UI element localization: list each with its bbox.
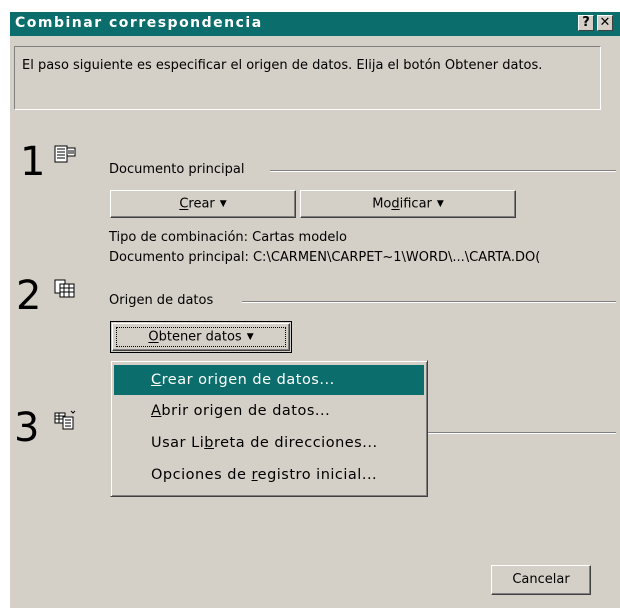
merge-type-text: Tipo de combinación: Cartas modelo bbox=[109, 230, 347, 245]
step-2-number: 2 bbox=[16, 273, 42, 319]
dropdown-arrow-icon: ▼ bbox=[219, 199, 227, 209]
divider bbox=[242, 301, 616, 303]
step-1-number: 1 bbox=[20, 139, 46, 185]
close-button[interactable]: ✕ bbox=[597, 15, 613, 31]
merge-icon bbox=[54, 410, 76, 430]
step-3-number: 3 bbox=[14, 405, 40, 451]
group-label-main-document: Documento principal bbox=[109, 162, 245, 177]
divider bbox=[428, 432, 616, 434]
data-source-icon bbox=[54, 279, 75, 298]
menu-item-header-options[interactable]: Opciones de registro inicial... bbox=[114, 460, 424, 490]
dropdown-arrow-icon: ▼ bbox=[436, 199, 444, 209]
help-button[interactable]: ? bbox=[578, 15, 594, 31]
mail-merge-dialog: Combinar correspondencia ? ✕ El paso sig… bbox=[10, 12, 620, 608]
get-data-menu: Crear origen de datos... Abrir origen de… bbox=[110, 360, 428, 497]
window-title: Combinar correspondencia bbox=[15, 15, 263, 31]
instruction-text: El paso siguiente es especificar el orig… bbox=[22, 58, 543, 73]
menu-item-open-data-source[interactable]: Abrir origen de datos... bbox=[114, 396, 424, 426]
main-document-icon bbox=[54, 145, 76, 163]
create-label: Crear bbox=[179, 196, 215, 212]
modify-button[interactable]: Modificar ▼ bbox=[300, 190, 516, 218]
focus-indicator bbox=[116, 327, 286, 347]
title-bar[interactable]: Combinar correspondencia ? ✕ bbox=[10, 12, 620, 36]
main-document-path: Documento principal: C:\CARMEN\CARPET~1\… bbox=[109, 250, 541, 265]
modify-label: Modificar bbox=[372, 196, 432, 212]
menu-item-use-address-book[interactable]: Usar Libreta de direcciones... bbox=[114, 428, 424, 458]
get-data-button[interactable]: Obtener datos ▼ bbox=[112, 323, 290, 351]
group-label-data-source: Origen de datos bbox=[109, 293, 214, 308]
instruction-box: El paso siguiente es especificar el orig… bbox=[14, 46, 601, 110]
divider bbox=[270, 170, 616, 172]
menu-item-create-data-source[interactable]: Crear origen de datos... bbox=[114, 365, 424, 395]
create-button[interactable]: Crear ▼ bbox=[110, 190, 296, 218]
cancel-button[interactable]: Cancelar bbox=[491, 565, 591, 595]
